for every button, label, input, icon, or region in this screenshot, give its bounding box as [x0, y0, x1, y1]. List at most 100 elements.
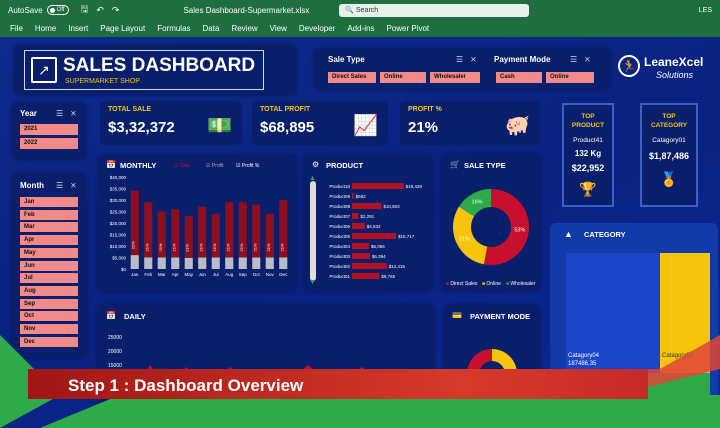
- slicer-month-nov[interactable]: Nov: [20, 324, 78, 334]
- product-name: Product03: [329, 254, 350, 259]
- clear-filter-icon[interactable]: ⨯: [70, 109, 77, 118]
- search-box[interactable]: 🔍 Search: [339, 3, 530, 17]
- redo-icon[interactable]: ↷: [112, 5, 120, 16]
- month-tick: Nov: [266, 272, 275, 277]
- profit-bar: [130, 255, 139, 269]
- slicer-year-2022[interactable]: 2022: [20, 138, 78, 149]
- slicer-month-mar[interactable]: Mar: [20, 222, 78, 233]
- product-name: Product10: [329, 184, 350, 189]
- undo-icon[interactable]: ↶: [96, 5, 104, 16]
- slicer-month-aug[interactable]: Aug: [20, 285, 78, 296]
- product-name: Product08: [329, 204, 350, 209]
- product-name: Product04: [329, 244, 350, 249]
- chart-board-icon: ↗: [31, 57, 57, 83]
- slicer-month-jul[interactable]: Jul: [20, 273, 78, 284]
- payment-mode-panel: 💳 PAYMENT MODE: [444, 305, 540, 428]
- slicer-month-apr[interactable]: Apr: [20, 235, 78, 246]
- pyramid-icon: ▲: [564, 229, 573, 239]
- tab-file[interactable]: File: [10, 24, 23, 33]
- file-name[interactable]: Sales Dashboard-Supermarket.xlsx: [183, 6, 309, 15]
- product-bar: [352, 233, 397, 239]
- legend-sale[interactable]: ☑ Sale: [174, 163, 190, 169]
- profit-bar: [144, 257, 153, 269]
- year-label: Year: [20, 109, 37, 118]
- tab-page-layout[interactable]: Page Layout: [100, 24, 145, 33]
- payment-mode-label: Payment Mode: [494, 55, 551, 64]
- dashboard-canvas: ↗ SALES DASHBOARD SUPERMARKET SHOP Sale …: [0, 37, 720, 428]
- profit-pct-label: 21%: [266, 243, 271, 251]
- multi-select-icon[interactable]: ☰: [56, 109, 63, 118]
- slicer-month-oct[interactable]: Oct: [20, 311, 78, 322]
- product-value: $12,415: [389, 264, 406, 269]
- slicer-month-jun[interactable]: Jun: [20, 260, 78, 271]
- month-tick: Jan: [131, 272, 139, 277]
- tab-home[interactable]: Home: [35, 24, 56, 33]
- clear-filter-icon[interactable]: ⨯: [470, 55, 477, 64]
- tab-add-ins[interactable]: Add-ins: [347, 24, 374, 33]
- slicer-cash[interactable]: Cash: [496, 72, 542, 83]
- kpi-label: TOTAL PROFIT: [260, 106, 311, 113]
- multi-select-icon[interactable]: ☰: [570, 55, 577, 64]
- slicer-year-2021[interactable]: 2021: [20, 124, 78, 135]
- month-slicer: Month ☰ ⨯ Jan Feb Mar Apr May Jun Jul Aug Sep Oct…: [12, 173, 86, 357]
- slicer-wholesaler[interactable]: Wholesaler: [430, 72, 480, 83]
- profit-pct-label: 21%: [144, 243, 149, 251]
- sale-type-pct: 31%: [459, 237, 470, 243]
- scroll-up-icon[interactable]: ▲: [309, 175, 316, 182]
- tab-formulas[interactable]: Formulas: [157, 24, 190, 33]
- product-value: $9,765: [381, 274, 395, 279]
- profit-pct-label: 21%: [279, 243, 284, 251]
- multi-select-icon[interactable]: ☰: [56, 181, 63, 190]
- clear-filter-icon[interactable]: ⨯: [70, 181, 77, 190]
- slicer-month-dec[interactable]: Dec: [20, 336, 78, 347]
- profit-bar: [279, 257, 288, 269]
- category-label: Catagory03: [656, 405, 688, 411]
- slicer-month-feb[interactable]: Feb: [20, 209, 78, 220]
- legend-profit-pct[interactable]: ☑ Profit %: [236, 163, 259, 169]
- tab-power-pivot[interactable]: Power Pivot: [386, 24, 429, 33]
- slicer-direct-sales[interactable]: Direct Sales: [328, 72, 376, 83]
- product-icon: ⚙: [312, 160, 320, 169]
- slicer-online[interactable]: Online: [380, 72, 426, 83]
- profit-pct-label: 22%: [131, 241, 136, 249]
- multi-select-icon[interactable]: ☰: [456, 55, 463, 64]
- logo-sub: Solutions: [656, 70, 694, 80]
- profit-bar: [171, 257, 180, 269]
- slicer-payment-online[interactable]: Online: [546, 72, 594, 83]
- product-value: $6,394: [372, 254, 386, 259]
- sale-type-pct: 16%: [472, 200, 483, 206]
- card-icon: 💳: [452, 311, 462, 320]
- scroll-down-icon[interactable]: ▼: [309, 279, 316, 286]
- clear-filter-icon[interactable]: ⨯: [584, 55, 591, 64]
- slicer-month-may[interactable]: May: [20, 247, 78, 258]
- kpi-label: PROFIT %: [408, 106, 442, 113]
- tab-insert[interactable]: Insert: [68, 24, 88, 33]
- sale-type-slice: [453, 206, 488, 265]
- profit-pct-label: 21%: [225, 243, 230, 251]
- slicer-month-sep[interactable]: Sep: [20, 298, 78, 309]
- top-category-badge: TOP CATEGORY Catagory01 $1,87,486 🏅: [640, 103, 698, 207]
- month-tick: Apr: [172, 272, 180, 277]
- user-initials[interactable]: LES: [699, 7, 712, 14]
- month-tick: Jun: [199, 272, 207, 277]
- month-tick: Aug: [225, 272, 234, 277]
- medal-icon: 🏅: [660, 171, 678, 187]
- tab-review[interactable]: Review: [231, 24, 257, 33]
- legend-online: ■ Online: [482, 281, 501, 287]
- tab-developer[interactable]: Developer: [299, 24, 335, 33]
- product-chart: Product10 $18,428 Product09 $582 Product08 $1…: [329, 183, 422, 279]
- category-block-04: Catagory04 187486.35: [566, 253, 660, 403]
- tab-view[interactable]: View: [270, 24, 287, 33]
- product-bar: [352, 213, 359, 219]
- tab-data[interactable]: Data: [203, 24, 220, 33]
- autosave-toggle[interactable]: Off: [46, 5, 69, 15]
- month-tick: Dec: [279, 272, 288, 277]
- save-icon[interactable]: 🖫: [81, 2, 89, 18]
- excel-title-bar: AutoSave Off 🖫 ↶ ↷ Sales Dashboard-Super…: [0, 0, 720, 20]
- legend-profit[interactable]: ☑ Profit: [206, 163, 224, 169]
- slicer-month-jan[interactable]: Jan: [20, 197, 78, 207]
- monthly-ytick: $25,000: [110, 210, 127, 215]
- dashboard-subtitle: SUPERMARKET SHOP: [65, 78, 140, 85]
- legend-wholesaler: ■ Wholesaler: [506, 281, 536, 287]
- product-scrollbar[interactable]: [310, 181, 316, 281]
